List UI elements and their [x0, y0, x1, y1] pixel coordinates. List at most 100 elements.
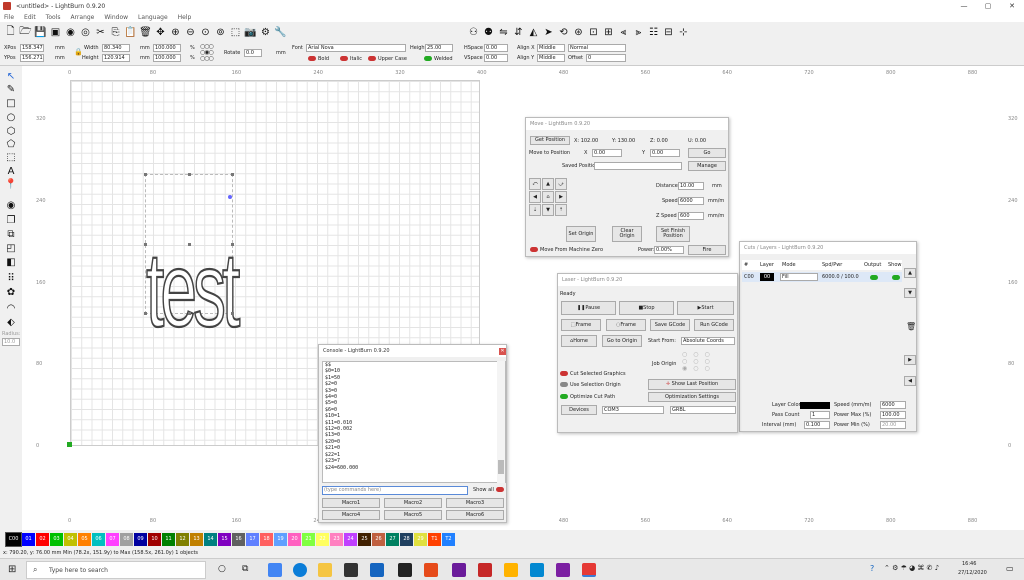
save-as-icon[interactable]: ▣ — [49, 26, 62, 39]
palette-swatch[interactable]: C00 — [5, 531, 22, 547]
zoom-in-icon[interactable]: ⊕ — [169, 26, 182, 39]
macro-button[interactable]: Macro2 — [384, 498, 442, 508]
cut-selected-toggle[interactable]: Cut Selected Graphics — [560, 370, 626, 378]
align-left-icon[interactable]: ⫷ — [617, 26, 630, 39]
import-icon[interactable]: ◉ — [64, 26, 77, 39]
polygon-icon[interactable]: ⬡ — [5, 125, 17, 137]
palette-swatch[interactable]: 25 — [358, 532, 371, 546]
rotate-field[interactable]: 0.0 — [244, 49, 262, 57]
group-icon[interactable]: ⚇ — [467, 26, 480, 39]
interval-field[interactable]: 0.100 — [804, 421, 830, 429]
show-all-toggle[interactable]: Show all — [473, 486, 506, 494]
app-dark-icon[interactable] — [398, 563, 412, 577]
grid-array-icon[interactable]: ⊹ — [677, 26, 690, 39]
settings-icon[interactable]: ⚙ — [259, 26, 272, 39]
corner-round-icon[interactable]: ◠ — [5, 302, 17, 314]
job-origin-grid[interactable]: ○○○ ○○○ ◉○○ — [682, 351, 726, 373]
palette-swatch[interactable]: 18 — [260, 532, 273, 546]
devices-button[interactable]: Devices — [561, 405, 597, 415]
palette-swatch[interactable]: 11 — [162, 532, 175, 546]
palette-swatch[interactable]: 19 — [274, 532, 287, 546]
go-button[interactable]: Go — [688, 148, 726, 158]
layer-color-swatch[interactable] — [800, 402, 830, 409]
resize-handle[interactable] — [231, 173, 234, 176]
resize-handle[interactable] — [144, 312, 147, 315]
notifications-icon[interactable]: ▭ — [1006, 564, 1014, 573]
collapse-left-icon[interactable]: ◀ — [904, 376, 916, 386]
vspace-field[interactable]: 0.00 — [484, 54, 508, 62]
palette-swatch[interactable]: 29 — [414, 532, 427, 546]
manage-button[interactable]: Manage — [688, 161, 726, 171]
layer-output-toggle[interactable] — [870, 275, 878, 280]
distance-field[interactable]: 10.00 — [678, 182, 704, 190]
palette-swatch[interactable]: 21 — [302, 532, 315, 546]
layer-show-toggle[interactable] — [892, 275, 900, 280]
new-file-icon[interactable]: 🗋 — [4, 26, 17, 39]
windows-start-icon[interactable]: ⊞ — [8, 564, 16, 575]
italic-toggle[interactable]: Italic — [340, 55, 362, 63]
stop-button[interactable]: ■ Stop — [619, 301, 674, 315]
clear-origin-button[interactable]: Clear Origin — [612, 226, 642, 242]
palette-swatch[interactable]: 15 — [218, 532, 231, 546]
delete-icon[interactable]: 🗑 — [139, 26, 152, 39]
menu-item[interactable]: Arrange — [70, 14, 94, 21]
resize-handle[interactable] — [231, 312, 234, 315]
console-output[interactable]: $$ $0=10 $1=50 $2=0 $3=0 $4=0 $5=0 $6=0 $10=1 $11… — [322, 361, 506, 483]
expand-right-icon[interactable]: ▶ — [904, 355, 916, 365]
app-purple-icon[interactable] — [452, 563, 466, 577]
layer-mode-select[interactable]: Fill — [780, 273, 818, 281]
boolean-icon[interactable]: ◧ — [5, 256, 17, 268]
saved-positions-select[interactable] — [594, 162, 682, 170]
firmware-select[interactable]: GRBL — [670, 406, 736, 414]
camera-icon[interactable]: 📷 — [244, 26, 257, 39]
app-red-icon[interactable] — [478, 563, 492, 577]
set-origin-button[interactable]: Set Origin — [566, 226, 596, 242]
power-field[interactable]: 0.00% — [654, 246, 684, 254]
menu-item[interactable]: Help — [178, 14, 192, 21]
offset-icon[interactable]: ⊡ — [587, 26, 600, 39]
jog-up-right-icon[interactable]: ⤻ — [555, 178, 567, 190]
duplicate-icon[interactable]: ⧉ — [5, 228, 17, 240]
cut-icon[interactable]: ✂ — [94, 26, 107, 39]
frame-icon[interactable]: ⬚ — [229, 26, 242, 39]
palette-swatch[interactable]: T1 — [428, 532, 441, 546]
flip-v-icon[interactable]: ⇵ — [512, 26, 525, 39]
console-scroll-thumb[interactable] — [498, 460, 504, 474]
rectangle-icon[interactable]: □ — [5, 97, 17, 109]
alignx-select[interactable]: Middle — [537, 44, 565, 52]
palette-swatch[interactable]: 10 — [148, 532, 161, 546]
trash-icon[interactable]: 🗑 — [906, 322, 916, 331]
radius-field[interactable]: 10.0 — [2, 338, 20, 346]
macro-button[interactable]: Macro1 — [322, 498, 380, 508]
palette-swatch[interactable]: 06 — [92, 532, 105, 546]
ellipse-icon[interactable]: ○ — [5, 111, 17, 123]
fire-button[interactable]: Fire — [688, 245, 726, 255]
palette-swatch[interactable]: 01 — [22, 532, 35, 546]
circular-array-icon[interactable]: ✿ — [5, 286, 17, 298]
hspace-field[interactable]: 0.00 — [484, 44, 508, 52]
selected-text-object[interactable]: test — [144, 173, 241, 349]
layer-speed-field[interactable]: 6000 — [880, 401, 906, 409]
maximize-button[interactable]: ▢ — [976, 0, 1000, 12]
weld-icon[interactable]: ⊞ — [602, 26, 615, 39]
tray-icons[interactable]: ⌃ ⚙ ☂ ◕ ⌘ ✆ ♪ — [884, 564, 939, 572]
align-center-icon[interactable]: ⊛ — [572, 26, 585, 39]
measure-icon[interactable]: ◉ — [5, 199, 17, 211]
get-position-button[interactable]: Get Position — [530, 136, 570, 145]
macro-button[interactable]: Macro3 — [446, 498, 504, 508]
z-up-icon[interactable]: ⇡ — [555, 204, 567, 216]
set-finish-position-button[interactable]: Set Finish Position — [656, 226, 690, 242]
file-explorer-icon[interactable] — [318, 563, 332, 577]
pause-button[interactable]: ❚❚ Pause — [561, 301, 616, 315]
jog-left-icon[interactable]: ◀ — [529, 191, 541, 203]
jog-up-icon[interactable]: ▲ — [542, 178, 554, 190]
font-height-field[interactable]: 25.00 — [425, 44, 453, 52]
offset-field[interactable]: 0 — [586, 54, 626, 62]
jog-down-icon[interactable]: ▼ — [542, 204, 554, 216]
ypos-field[interactable]: 156.271 — [20, 54, 44, 62]
select-icon[interactable]: ↖ — [5, 70, 17, 82]
aligny-select[interactable]: Middle — [537, 54, 565, 62]
cuts-layer-row[interactable]: C00 00 Fill 6000.0 / 100.0 — [742, 272, 902, 282]
layer-down-icon[interactable]: ▼ — [904, 288, 916, 298]
ungroup-icon[interactable]: ⚉ — [482, 26, 495, 39]
